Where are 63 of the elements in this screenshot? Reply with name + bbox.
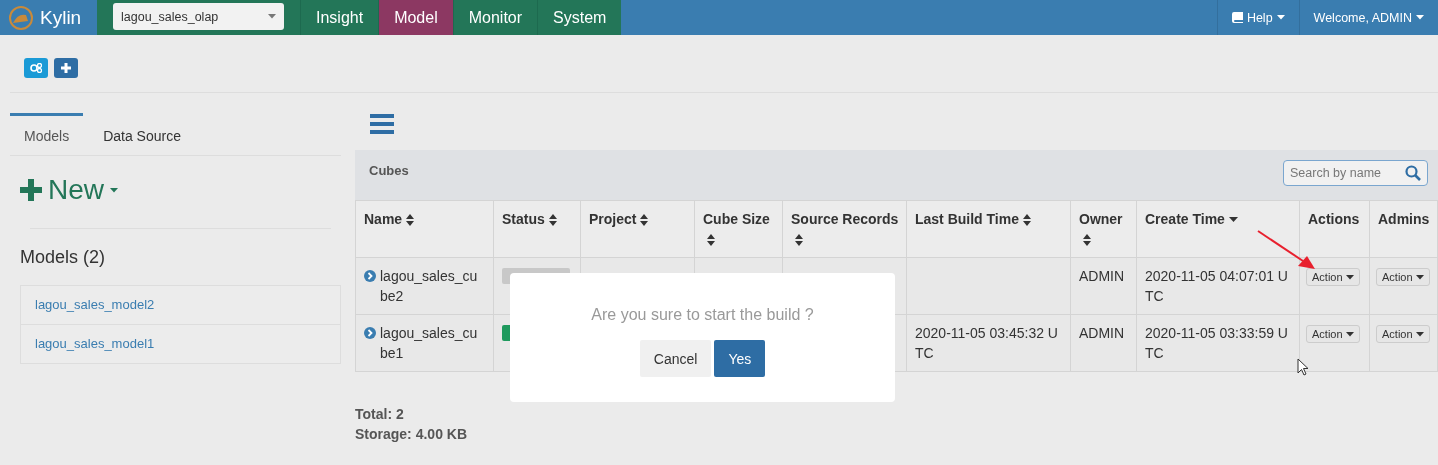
nav-tab[interactable]: Model <box>378 0 453 35</box>
action-button[interactable]: Action <box>1306 325 1360 343</box>
table-cell: ADMIN <box>1079 268 1125 284</box>
sort-icon[interactable] <box>1083 234 1091 247</box>
action-button[interactable]: Action <box>1306 268 1360 286</box>
sort-icon[interactable] <box>707 234 715 247</box>
dialog-button[interactable]: Cancel <box>639 340 712 377</box>
gears-icon <box>30 63 42 73</box>
table-cell: 2020-11-05 03:33:59 UTC <box>1145 325 1288 361</box>
column-header[interactable]: Project <box>589 211 637 227</box>
caret-icon <box>268 14 276 19</box>
caret-icon <box>1276 15 1285 20</box>
nav-tab[interactable]: System <box>537 0 622 35</box>
dialog-message: Are you sure to start the build ? <box>591 306 814 324</box>
models-heading: Models (2) <box>20 247 107 268</box>
total-text: Total: 2 <box>355 405 405 424</box>
column-header[interactable]: Owner <box>1079 211 1123 227</box>
model-link[interactable]: lagou_sales_model1 <box>21 324 340 363</box>
menu-icon[interactable] <box>370 114 394 134</box>
brand-name[interactable]: Kylin <box>40 6 82 29</box>
book-icon <box>1231 12 1243 23</box>
sort-icon[interactable] <box>1228 217 1238 224</box>
plus-icon <box>20 179 42 201</box>
caret-icon <box>1415 274 1424 280</box>
share-button[interactable] <box>24 58 48 78</box>
logo-icon <box>6 4 36 31</box>
model-link[interactable]: lagou_sales_model2 <box>21 286 340 324</box>
nav-tab[interactable]: Monitor <box>452 0 538 35</box>
search-field[interactable]: Search by name <box>1283 160 1428 186</box>
help-menu[interactable]: Help <box>1216 0 1299 35</box>
dialog-button[interactable]: Yes <box>714 340 766 377</box>
sort-icon[interactable] <box>1023 214 1031 227</box>
column-header[interactable]: Name <box>364 211 403 227</box>
action-button[interactable]: Action <box>1376 325 1430 343</box>
column-header[interactable]: Create Time <box>1145 211 1225 227</box>
expand-icon[interactable] <box>364 270 376 282</box>
cubes-title: Cubes <box>369 163 409 178</box>
sort-icon[interactable] <box>548 214 557 227</box>
sidebar-tab[interactable]: Data Source <box>89 113 195 155</box>
expand-icon[interactable] <box>364 327 376 339</box>
caret-icon <box>1345 274 1354 280</box>
column-header[interactable]: Status <box>502 211 545 227</box>
user-menu[interactable]: Welcome, ADMIN <box>1298 0 1438 35</box>
cursor-icon <box>1297 358 1309 376</box>
sort-icon[interactable] <box>406 214 415 227</box>
project-select[interactable]: lagou_sales_olap <box>113 3 284 30</box>
column-header[interactable]: Last Build Time <box>915 211 1019 227</box>
storage-text: Storage: 4.00 KB <box>355 425 469 444</box>
caret-icon <box>1415 331 1424 337</box>
sort-icon[interactable] <box>795 234 803 247</box>
new-button[interactable]: New <box>20 174 118 206</box>
table-cell: 2020-11-05 03:45:32 UTC <box>915 325 1058 361</box>
table-cell: 2020-11-05 04:07:01 UTC <box>1145 268 1288 304</box>
add-button[interactable] <box>54 58 78 78</box>
caret-icon <box>110 187 118 193</box>
plus-icon <box>61 63 71 73</box>
action-button[interactable]: Action <box>1376 268 1430 286</box>
search-icon <box>1405 165 1421 181</box>
caret-icon <box>1345 331 1354 337</box>
sort-icon[interactable] <box>640 214 649 227</box>
annotation-arrow <box>1257 230 1317 270</box>
caret-icon <box>1416 15 1424 20</box>
table-cell: ADMIN <box>1079 325 1125 341</box>
